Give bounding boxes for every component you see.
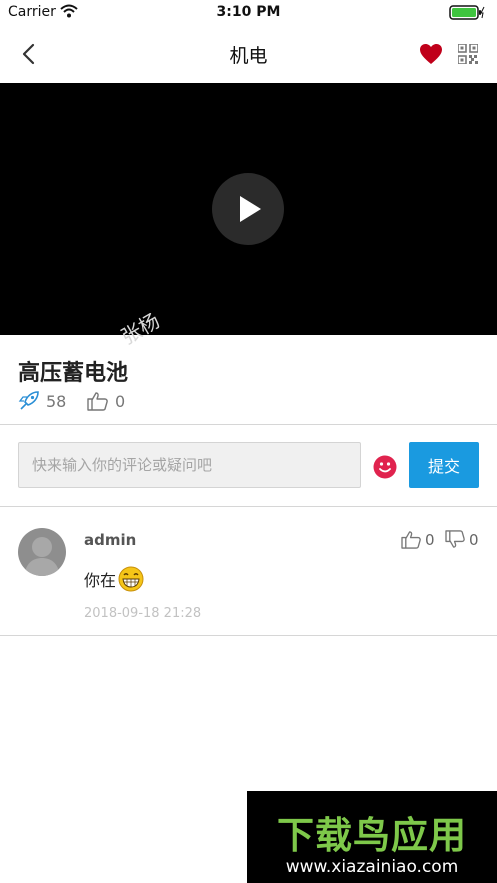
thumbs-down-icon — [445, 530, 465, 548]
rocket-icon — [18, 391, 39, 410]
watermark-brand: 下载鸟应用 — [277, 814, 467, 857]
view-count: 58 — [18, 391, 66, 411]
video-title: 高压蓄电池 — [18, 361, 129, 386]
battery-icon — [449, 5, 485, 21]
watermark-url: www.xiazainiao.com — [285, 857, 459, 877]
play-button[interactable] — [212, 173, 284, 245]
video-info: 高压蓄电池 58 0 — [0, 335, 497, 425]
play-icon — [240, 196, 261, 222]
status-time: 3:10 PM — [216, 4, 281, 20]
submit-button[interactable]: 提交 — [409, 442, 479, 488]
like-count-value: 0 — [115, 391, 126, 411]
grin-emoji-icon — [118, 566, 144, 592]
comment-item: admin 你在 2018-09-18 21:28 0 0 — [0, 508, 497, 636]
emoji-smile-icon[interactable] — [373, 455, 397, 479]
qr-code-icon[interactable] — [457, 43, 479, 65]
comment-dislike-count: 0 — [469, 530, 479, 549]
comment-like-count: 0 — [425, 530, 435, 549]
thumbs-up-icon — [87, 392, 108, 411]
comment-text: 你在 — [84, 566, 144, 592]
default-avatar-icon — [24, 537, 60, 576]
like-count[interactable]: 0 — [87, 391, 125, 411]
view-count-value: 58 — [46, 391, 67, 411]
comment-input[interactable] — [18, 442, 361, 488]
user-avatar[interactable] — [18, 528, 66, 576]
comment-text-value: 你在 — [84, 571, 117, 590]
nav-bar: 机电 — [0, 26, 497, 82]
site-watermark-logo: 下载鸟应用 www.xiazainiao.com — [247, 791, 497, 883]
comment-dislike-button[interactable]: 0 — [445, 530, 479, 549]
comment-time: 2018-09-18 21:28 — [84, 606, 202, 621]
thumbs-up-icon — [401, 531, 421, 549]
favorite-heart-icon[interactable] — [419, 43, 443, 65]
status-bar: Carrier 3:10 PM — [0, 0, 497, 26]
comment-form: 提交 — [0, 426, 497, 507]
comment-like-button[interactable]: 0 — [401, 530, 435, 549]
comment-username[interactable]: admin — [84, 531, 136, 549]
video-player[interactable]: 张杨 — [0, 83, 497, 349]
